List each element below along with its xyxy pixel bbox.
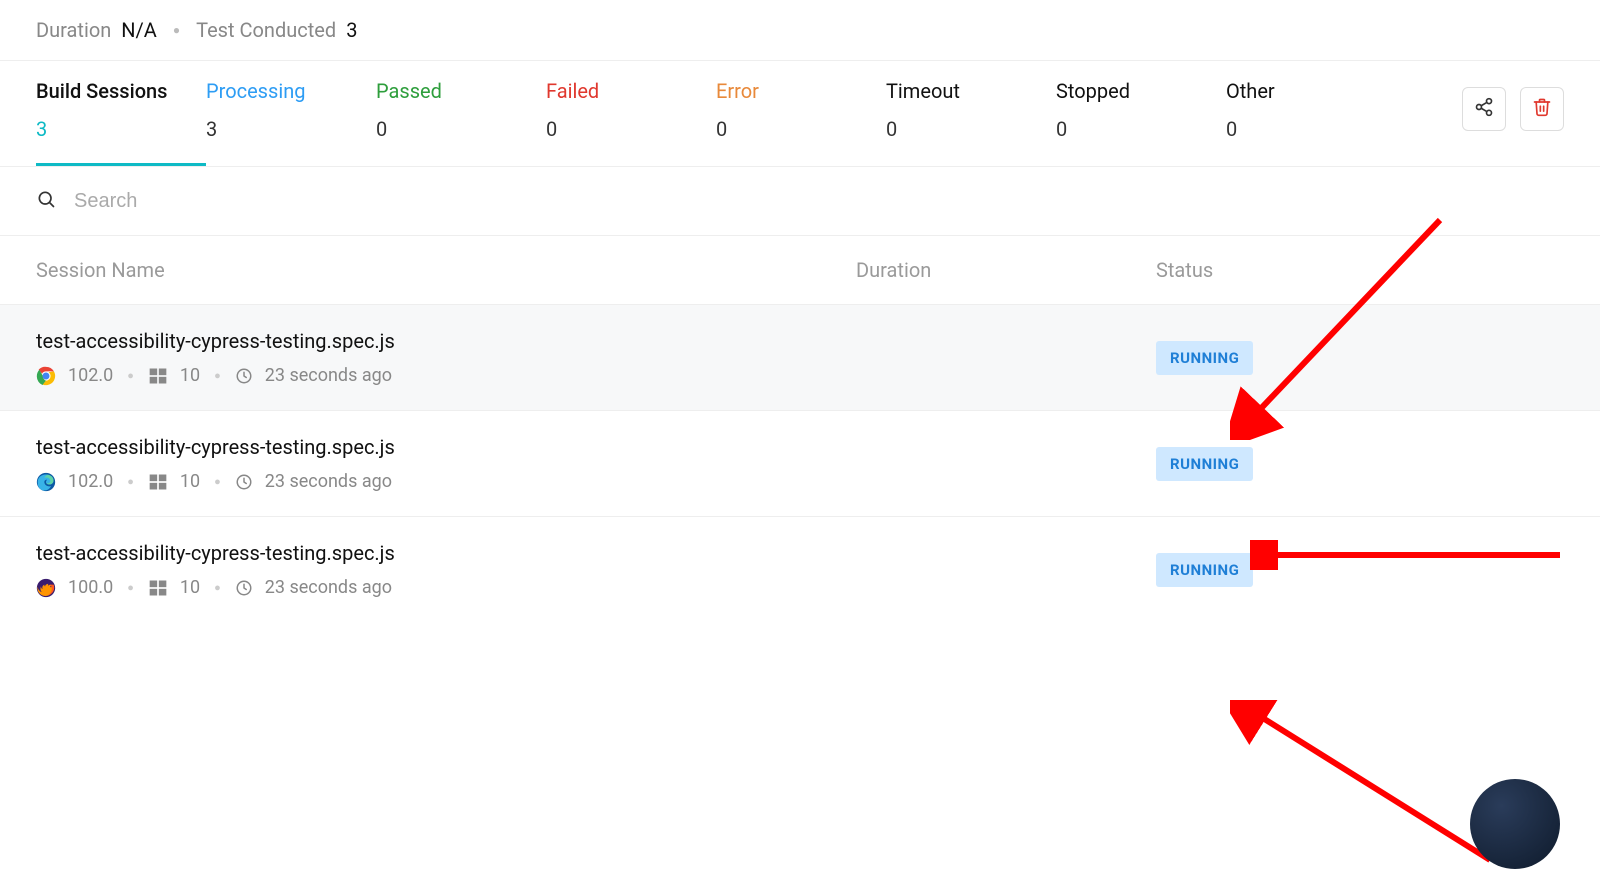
session-meta: 102.0 ● 10 ● 23 seconds ago — [36, 365, 856, 386]
status-badge: RUNNING — [1156, 553, 1253, 587]
share-button[interactable] — [1462, 87, 1506, 131]
tab-label: Processing — [206, 79, 376, 103]
session-status-cell: RUNNING — [1156, 447, 1356, 481]
col-header-status: Status — [1156, 258, 1356, 282]
delete-button[interactable] — [1520, 87, 1564, 131]
columns-header: Session Name Duration Status — [0, 236, 1600, 304]
action-buttons — [1462, 87, 1564, 131]
session-row[interactable]: test-accessibility-cypress-testing.spec.… — [0, 410, 1600, 516]
browser-version: 102.0 — [68, 365, 113, 386]
browser-version: 102.0 — [68, 471, 113, 492]
tab-error[interactable]: Error 0 — [716, 79, 886, 163]
col-header-session: Session Name — [36, 258, 856, 282]
session-name: test-accessibility-cypress-testing.spec.… — [36, 435, 856, 459]
session-row[interactable]: test-accessibility-cypress-testing.spec.… — [0, 516, 1600, 622]
tab-build-sessions[interactable]: Build Sessions 3 — [36, 79, 206, 166]
separator-dot: ● — [214, 475, 221, 488]
search-input[interactable] — [74, 190, 1564, 213]
tab-count: 0 — [1226, 117, 1396, 141]
separator-dot: ● — [127, 581, 134, 594]
separator-dot: ● — [127, 475, 134, 488]
separator-dot: ● — [173, 23, 180, 37]
clock-icon — [235, 367, 253, 385]
status-badge: RUNNING — [1156, 341, 1253, 375]
session-name: test-accessibility-cypress-testing.spec.… — [36, 541, 856, 565]
trash-icon — [1532, 97, 1552, 121]
tests-conducted-label: Test Conducted — [196, 18, 336, 42]
chat-widget[interactable] — [1470, 779, 1560, 869]
status-tabs: Build Sessions 3 Processing 3 Passed 0 F… — [0, 61, 1600, 167]
tab-label: Other — [1226, 79, 1396, 103]
session-row[interactable]: test-accessibility-cypress-testing.spec.… — [0, 304, 1600, 410]
tab-label: Build Sessions — [36, 79, 206, 103]
build-meta-bar: Duration N/A ● Test Conducted 3 — [0, 0, 1600, 61]
duration-label: Duration — [36, 18, 111, 42]
os-version: 10 — [180, 471, 200, 492]
tab-count: 3 — [206, 117, 376, 141]
firefox-icon — [36, 578, 56, 598]
tab-count: 0 — [716, 117, 886, 141]
session-info: test-accessibility-cypress-testing.spec.… — [36, 541, 856, 598]
session-info: test-accessibility-cypress-testing.spec.… — [36, 329, 856, 386]
os-version: 10 — [180, 365, 200, 386]
windows-icon — [148, 578, 168, 598]
windows-icon — [148, 366, 168, 386]
tab-count: 0 — [546, 117, 716, 141]
browser-version: 100.0 — [68, 577, 113, 598]
share-icon — [1474, 97, 1494, 121]
annotation-arrow-icon — [1230, 700, 1510, 870]
session-name: test-accessibility-cypress-testing.spec.… — [36, 329, 856, 353]
tab-label: Passed — [376, 79, 546, 103]
sessions-list: test-accessibility-cypress-testing.spec.… — [0, 304, 1600, 622]
status-badge: RUNNING — [1156, 447, 1253, 481]
col-header-duration: Duration — [856, 258, 1156, 282]
session-meta: 102.0 ● 10 ● 23 seconds ago — [36, 471, 856, 492]
tab-label: Failed — [546, 79, 716, 103]
session-time: 23 seconds ago — [265, 471, 392, 492]
session-status-cell: RUNNING — [1156, 553, 1356, 587]
session-status-cell: RUNNING — [1156, 341, 1356, 375]
session-time: 23 seconds ago — [265, 577, 392, 598]
tab-count: 0 — [1056, 117, 1226, 141]
separator-dot: ● — [127, 369, 134, 382]
session-time: 23 seconds ago — [265, 365, 392, 386]
tab-processing[interactable]: Processing 3 — [206, 79, 376, 163]
tab-count: 0 — [376, 117, 546, 141]
tab-count: 3 — [36, 117, 206, 141]
session-info: test-accessibility-cypress-testing.spec.… — [36, 435, 856, 492]
tab-label: Stopped — [1056, 79, 1226, 103]
tab-count: 0 — [886, 117, 1056, 141]
os-version: 10 — [180, 577, 200, 598]
search-bar — [0, 167, 1600, 236]
tab-label: Timeout — [886, 79, 1056, 103]
tab-other[interactable]: Other 0 — [1226, 79, 1396, 163]
tests-conducted-value: 3 — [346, 18, 357, 42]
tab-passed[interactable]: Passed 0 — [376, 79, 546, 163]
search-icon — [36, 189, 56, 213]
separator-dot: ● — [214, 581, 221, 594]
edge-icon — [36, 472, 56, 492]
tab-timeout[interactable]: Timeout 0 — [886, 79, 1056, 163]
chrome-icon — [36, 366, 56, 386]
duration-value: N/A — [121, 18, 157, 42]
tab-failed[interactable]: Failed 0 — [546, 79, 716, 163]
windows-icon — [148, 472, 168, 492]
clock-icon — [235, 473, 253, 491]
tab-stopped[interactable]: Stopped 0 — [1056, 79, 1226, 163]
tab-label: Error — [716, 79, 886, 103]
separator-dot: ● — [214, 369, 221, 382]
session-meta: 100.0 ● 10 ● 23 seconds ago — [36, 577, 856, 598]
clock-icon — [235, 579, 253, 597]
